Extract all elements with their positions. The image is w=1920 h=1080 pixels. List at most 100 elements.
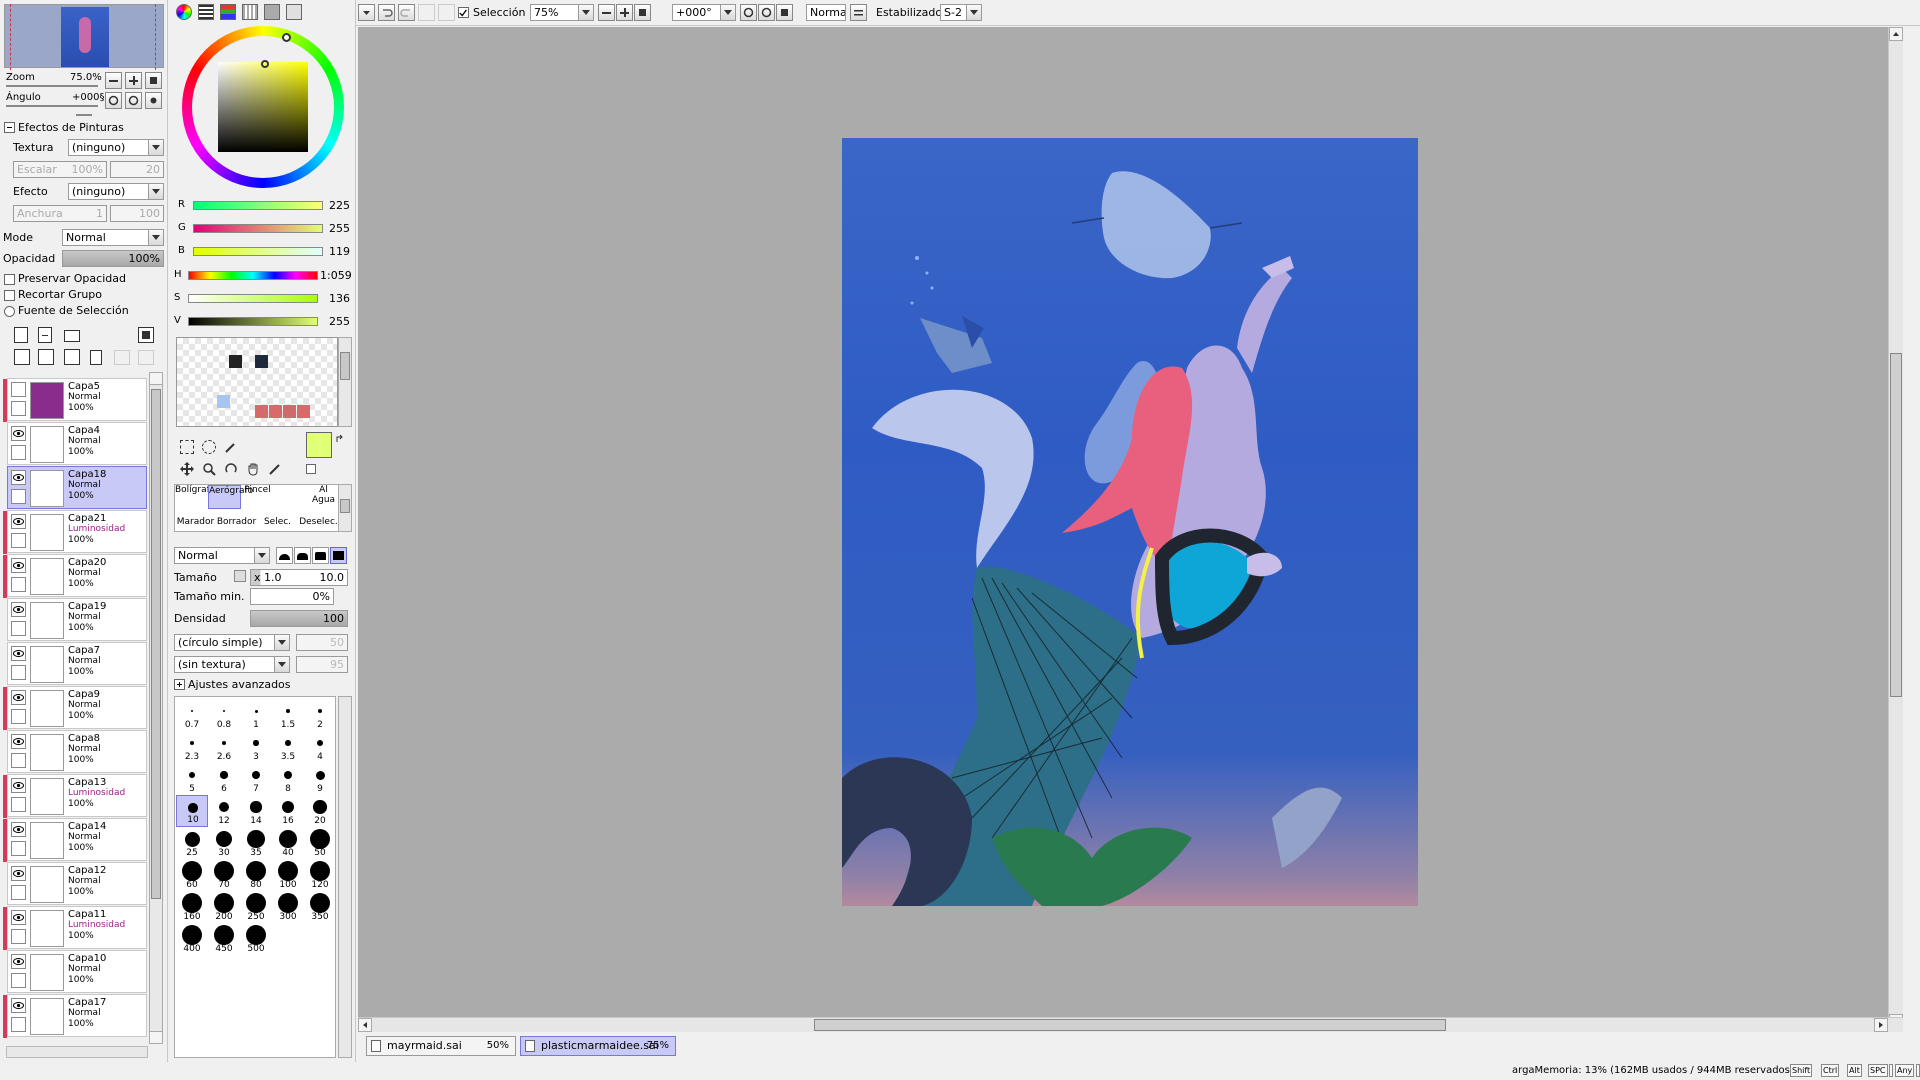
view-blend-field[interactable]: Normal <box>806 4 846 21</box>
effect-select[interactable]: (ninguno) <box>68 183 164 200</box>
selection-source-checkbox[interactable] <box>4 306 15 317</box>
zoom-select[interactable]: 75% <box>530 4 594 21</box>
g-slider[interactable] <box>193 224 323 233</box>
swatches-mode-icon[interactable] <box>242 4 258 20</box>
swatch[interactable] <box>269 405 282 418</box>
document-tab[interactable]: mayrmaid.sai 50% <box>366 1036 516 1056</box>
stabilizer-select[interactable]: S-2 <box>940 4 982 21</box>
brush-size-preset[interactable]: 120 <box>304 859 336 891</box>
sv-square[interactable] <box>218 62 308 152</box>
canvas-hscroll[interactable] <box>358 1017 1903 1032</box>
brush-size-preset[interactable]: 8 <box>272 763 304 795</box>
visibility-eye-icon[interactable] <box>11 734 26 749</box>
brush-size-preset[interactable]: 100 <box>272 859 304 891</box>
visibility-eye-icon[interactable] <box>11 426 26 441</box>
hsv-sliders-mode-icon[interactable] <box>220 4 236 20</box>
hue-picker[interactable] <box>282 33 291 42</box>
brush-tool[interactable]: Bolígrafo <box>175 485 215 509</box>
eyedropper-icon[interactable] <box>268 462 282 476</box>
brush-size-preset[interactable]: 50 <box>304 827 336 859</box>
scroll-right-icon[interactable] <box>1874 1018 1888 1032</box>
collapse-effects-icon[interactable] <box>4 122 15 133</box>
visibility-eye-icon[interactable] <box>11 998 26 1013</box>
zoom-reset-button[interactable] <box>634 4 651 21</box>
color-wheel-mode-icon[interactable] <box>176 4 192 20</box>
deselect-icon[interactable] <box>418 4 435 21</box>
brush-size-preset[interactable]: 35 <box>240 827 272 859</box>
sv-picker[interactable] <box>261 60 269 68</box>
new-linework-layer-icon[interactable] <box>38 327 52 343</box>
palette-scrollbar[interactable] <box>338 337 352 427</box>
brush-size-preset[interactable]: 12 <box>208 795 240 827</box>
layer-lock-icon[interactable] <box>11 445 26 460</box>
visibility-eye-icon[interactable] <box>11 646 26 661</box>
layer-lock-icon[interactable] <box>11 797 26 812</box>
zoom-in-button[interactable] <box>125 72 142 89</box>
size-grid-scrollbar[interactable] <box>338 696 352 1058</box>
brush-size-preset[interactable]: 250 <box>240 891 272 923</box>
visibility-eye-icon[interactable] <box>11 910 26 925</box>
visibility-eye-icon[interactable] <box>11 470 26 485</box>
size-slider[interactable]: x 1.0 10.0 <box>250 569 348 586</box>
brush-tool[interactable]: Deselec. <box>298 517 339 531</box>
brush-size-preset[interactable]: 1.5 <box>272 699 304 731</box>
texture-select[interactable]: (ninguno) <box>68 139 164 156</box>
rotate-reset-button[interactable] <box>776 4 793 21</box>
zoom-reset-button[interactable] <box>145 72 162 89</box>
navigator-preview[interactable] <box>4 4 164 70</box>
s-slider[interactable] <box>188 294 318 303</box>
layer-row[interactable]: Capa5 Normal 100% <box>3 378 147 422</box>
swatch[interactable] <box>255 355 268 368</box>
brush-tool[interactable]: Al Agua <box>307 485 340 509</box>
brush-size-preset[interactable]: 60 <box>176 859 208 891</box>
swatch[interactable] <box>297 405 310 418</box>
delete-layer-icon[interactable] <box>90 350 102 365</box>
rotate-right-button[interactable] <box>125 92 142 109</box>
layer-list[interactable]: Capa5 Normal 100% Capa4 Normal 100% Capa18 Norm… <box>0 370 168 1040</box>
primary-color-swatch[interactable] <box>306 432 332 458</box>
zoom-out-button[interactable] <box>598 4 615 21</box>
layer-row[interactable]: Capa14 Normal 100% <box>3 818 147 862</box>
document-tab[interactable]: plasticmarmaidee.sai 75% <box>520 1036 676 1056</box>
layer-row[interactable]: Capa18 Normal 100% <box>7 466 147 509</box>
brush-size-preset[interactable]: 16 <box>272 795 304 827</box>
rgb-sliders-mode-icon[interactable] <box>198 4 214 20</box>
brush-size-preset[interactable]: 80 <box>240 859 272 891</box>
tool-grid-scrollbar[interactable] <box>338 484 352 532</box>
swatch[interactable] <box>255 405 268 418</box>
brush-size-preset[interactable]: 450 <box>208 923 240 955</box>
brush-size-preset[interactable]: 9 <box>304 763 336 795</box>
scroll-thumb[interactable] <box>151 389 161 899</box>
brush-tool[interactable]: Aerógrafo <box>208 485 253 509</box>
brush-size-preset[interactable]: 25 <box>176 827 208 859</box>
layer-list-scrollbar[interactable] <box>149 372 163 1044</box>
swatch[interactable] <box>229 355 242 368</box>
layer-row[interactable]: Capa4 Normal 100% <box>7 422 147 465</box>
swatch-palette[interactable] <box>176 337 338 427</box>
lasso-icon[interactable] <box>202 440 216 454</box>
visibility-eye-icon[interactable] <box>11 558 26 573</box>
layer-row[interactable]: Capa9 Normal 100% <box>3 686 147 730</box>
zoom-out-button[interactable] <box>105 72 122 89</box>
brush-size-preset[interactable]: 2.3 <box>176 731 208 763</box>
flip-view-icon[interactable] <box>850 4 867 21</box>
brush-texture-select[interactable]: (sin textura) <box>174 656 290 673</box>
clear-layer-icon[interactable] <box>64 349 80 365</box>
redo-icon[interactable] <box>398 4 415 21</box>
artwork-canvas[interactable] <box>842 138 1418 906</box>
scroll-up-icon[interactable] <box>1889 27 1903 41</box>
vscroll-thumb[interactable] <box>1890 353 1902 697</box>
layer-row[interactable]: Capa10 Normal 100% <box>7 950 147 993</box>
zoom-slider[interactable] <box>6 85 98 87</box>
angle-slider[interactable] <box>6 105 98 107</box>
layer-lock-icon[interactable] <box>11 841 26 856</box>
brush-shape-square-icon[interactable] <box>330 547 347 564</box>
visibility-eye-icon[interactable] <box>11 690 26 705</box>
canvas-vscroll[interactable] <box>1888 27 1903 1028</box>
canvas-area[interactable] <box>358 27 1903 1028</box>
layer-lock-icon[interactable] <box>11 929 26 944</box>
brush-size-preset[interactable]: 6 <box>208 763 240 795</box>
layer-row[interactable]: Capa13 Luminosidad 100% <box>3 774 147 818</box>
layer-row[interactable]: Capa20 Normal 100% <box>3 554 147 598</box>
brush-shape-hard-icon[interactable] <box>312 547 329 564</box>
